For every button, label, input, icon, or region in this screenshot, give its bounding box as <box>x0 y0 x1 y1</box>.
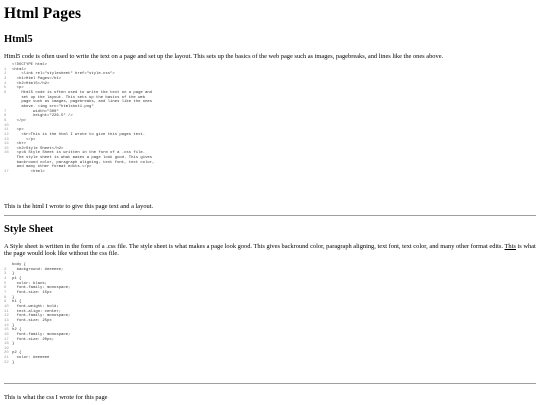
code-text: <h1>Html Pages</h1> <box>12 76 62 81</box>
page: Html Pages Html5 Html5 code is often use… <box>0 0 540 405</box>
code-text: and many other format edits.</p> <box>12 165 92 170</box>
horizontal-rule <box>4 383 536 384</box>
code-line: 17 <html> <box>4 170 154 175</box>
no-css-link[interactable]: This <box>505 243 516 250</box>
line-number: 22 <box>4 360 9 365</box>
code-text: <p> <box>12 86 24 91</box>
code-text: width="300" <box>12 109 59 114</box>
code-text: set up the layout. This sets up the basi… <box>12 95 146 100</box>
style-sheet-heading: Style Sheet <box>4 224 54 235</box>
code-text: <html> <box>12 170 45 175</box>
code-text: } <box>12 295 15 300</box>
code-text: Html5 code is often used to write the te… <box>12 90 153 95</box>
code-text: } <box>12 360 15 365</box>
code-text: font-family: monospace; <box>12 286 71 291</box>
code-text: font-size: 25px <box>12 318 52 323</box>
code-text: h1 { <box>12 300 22 305</box>
code-text: <p>A Style Sheet is written in the form … <box>12 151 146 156</box>
code-text: <hr> <box>12 142 27 147</box>
code-line: 22} <box>4 361 70 366</box>
code-text: color: #eeeeee <box>12 356 50 361</box>
html-caption: This is the html I wrote to give this pa… <box>4 203 154 210</box>
code-text: <!DOCTYPE html> <box>12 63 48 67</box>
code-text: } <box>12 323 15 328</box>
code-text: above. <img src="htmlshot1.png" <box>12 104 94 109</box>
code-text: p2 { <box>12 351 22 356</box>
html-code-block: <!DOCTYPE html> 1 <html> 2 <link rel="style… <box>4 63 154 175</box>
code-text: } <box>12 342 15 347</box>
code-text: h2 { <box>12 328 22 333</box>
code-text: p1 { <box>12 276 22 281</box>
code-text: background: #eeeeee; <box>12 267 64 272</box>
code-text: font-size: 15px <box>12 290 52 295</box>
code-text: body { <box>12 263 27 267</box>
code-text: page such as images, pagebreaks, and lin… <box>12 100 153 105</box>
code-text: </p> <box>12 118 27 123</box>
code-text: <p> <box>12 128 24 133</box>
code-text: height="226.5" /> <box>12 114 73 119</box>
horizontal-rule <box>4 215 536 216</box>
page-title: Html Pages <box>4 5 82 22</box>
css-caption: This is what the css I wrote for this pa… <box>4 394 108 401</box>
css-code-block: body {2 background: #eeeeee; 3} 4 p1 {5 col… <box>4 263 70 365</box>
code-text: <br>This is the html I wrote to give thi… <box>12 132 146 137</box>
code-text: font-family: monospace; <box>12 314 71 319</box>
code-text: The style sheet is what makes a page loo… <box>12 156 153 161</box>
style-sheet-paragraph: A Style sheet is written in the form of … <box>4 243 536 257</box>
line-number: 6 <box>4 90 7 95</box>
style-sheet-text: A Style sheet is written in the form of … <box>4 243 504 250</box>
code-text: font-weight: bold; <box>12 304 59 309</box>
code-text: font-size: 20px; <box>12 337 55 342</box>
html5-intro: Html5 code is often used to write the te… <box>4 53 444 60</box>
html5-heading: Html5 <box>4 34 33 45</box>
code-text: } <box>12 272 15 277</box>
line-number: 17 <box>4 170 9 175</box>
code-text: <link rel="stylesheet" href="style.css"> <box>12 72 115 77</box>
code-text: font-family: monospace; <box>12 332 71 337</box>
code-text: text-align: center; <box>12 309 62 314</box>
code-text: </p> <box>12 137 36 142</box>
